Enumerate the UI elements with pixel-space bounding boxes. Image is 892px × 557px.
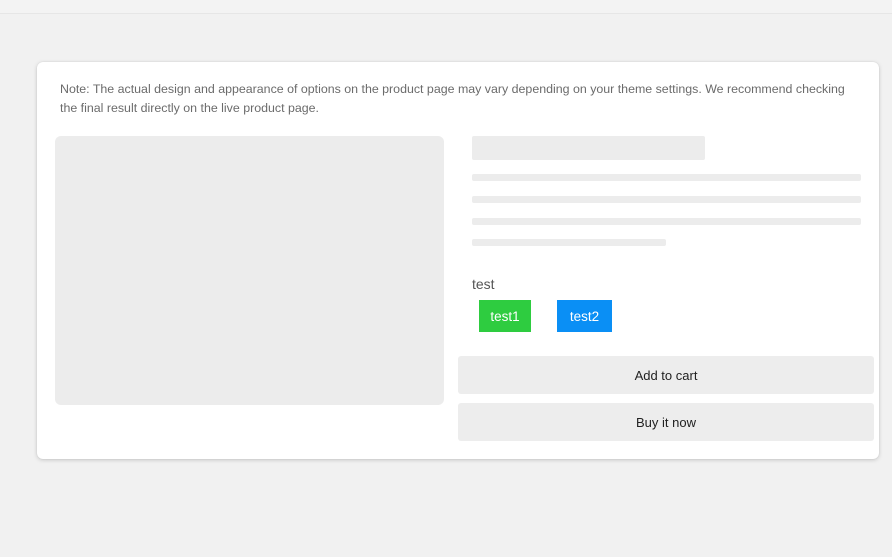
option-label: test — [472, 276, 495, 292]
top-bar — [0, 0, 892, 14]
product-image-placeholder — [55, 136, 444, 405]
product-preview-card: Note: The actual design and appearance o… — [37, 62, 879, 459]
description-line-placeholder — [472, 218, 861, 225]
option-value-test2-button[interactable]: test2 — [557, 300, 612, 332]
add-to-cart-button[interactable]: Add to cart — [458, 356, 874, 394]
product-title-placeholder — [472, 136, 705, 160]
description-line-placeholder — [472, 174, 861, 181]
option-value-test1-button[interactable]: test1 — [479, 300, 531, 332]
preview-note: Note: The actual design and appearance o… — [60, 82, 845, 115]
description-line-placeholder — [472, 239, 666, 246]
description-line-placeholder — [472, 196, 861, 203]
buy-it-now-button[interactable]: Buy it now — [458, 403, 874, 441]
